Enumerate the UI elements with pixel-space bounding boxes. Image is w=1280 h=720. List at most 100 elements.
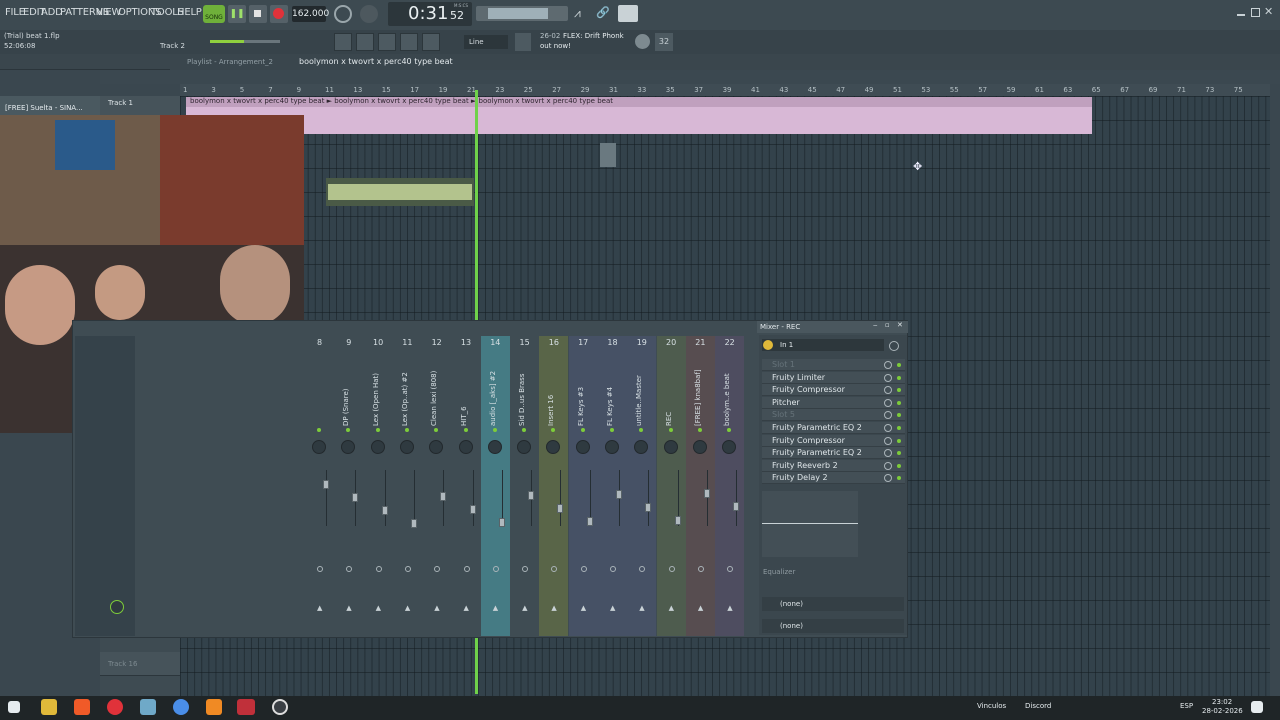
mixer-fx-led[interactable] — [463, 428, 468, 432]
mixer-close-icon[interactable]: ✕ — [897, 321, 903, 329]
mixer-route-dot[interactable] — [317, 566, 323, 572]
mixer-maximize-icon[interactable]: ▫ — [885, 321, 890, 329]
mixer-route-dot[interactable] — [668, 566, 675, 572]
clip-ghost[interactable] — [600, 143, 616, 167]
mixer-send-arrow-icon[interactable]: ▲ — [639, 604, 644, 612]
effect-mix-knob[interactable] — [884, 373, 892, 382]
windows-start-icon[interactable] — [8, 701, 20, 713]
effect-mix-knob[interactable] — [884, 461, 892, 470]
mixer-title-bar[interactable]: Mixer - REC ‒ ▫ ✕ — [757, 321, 908, 333]
fl-studio-icon[interactable] — [206, 699, 222, 715]
snap-selector[interactable]: Line — [464, 35, 508, 49]
chrome-icon[interactable] — [173, 699, 189, 715]
mixer-fx-led[interactable] — [375, 428, 380, 432]
minimize-icon[interactable] — [1237, 8, 1245, 16]
mixer-pan-knob[interactable] — [312, 440, 326, 454]
menu-help[interactable]: HELP — [177, 7, 202, 18]
mixer-volume-fader[interactable] — [528, 491, 535, 500]
mixer-route-dot[interactable] — [610, 566, 616, 572]
browser-icon[interactable] — [422, 33, 440, 51]
piano-icon[interactable] — [618, 5, 638, 22]
file-explorer-icon[interactable] — [41, 699, 57, 715]
mixer-volume-fader[interactable] — [498, 518, 505, 527]
mixer-pan-knob[interactable] — [692, 440, 707, 454]
mixer-pan-knob[interactable] — [458, 440, 473, 454]
pattern-picker[interactable]: [FREE] Suelta - SINA... — [0, 96, 100, 116]
playlist-scroll-area[interactable] — [100, 70, 1280, 84]
youtube-icon[interactable] — [107, 699, 123, 715]
mixer-volume-fader[interactable] — [703, 489, 710, 498]
tempo-display[interactable]: 162.000 — [292, 6, 329, 22]
effect-enable-led[interactable] — [897, 438, 901, 443]
mixer-volume-fader[interactable] — [733, 502, 740, 511]
mixer-send-arrow-icon[interactable]: ▲ — [669, 604, 674, 612]
pattern-selector[interactable] — [476, 6, 568, 21]
mixer-send-arrow-icon[interactable]: ▲ — [610, 604, 615, 612]
mixer-send-arrow-icon[interactable]: ▲ — [376, 604, 381, 612]
piano-roll-icon[interactable] — [356, 33, 374, 51]
taskbar-language[interactable]: ESP — [1180, 702, 1193, 710]
audio-clip-track-1[interactable]: boolymon x twovrt x perc40 type beat ► b… — [186, 97, 1092, 134]
taskbar-discord[interactable]: Discord — [1025, 702, 1051, 710]
news-cart-icon[interactable] — [515, 33, 531, 51]
effect-enable-led[interactable] — [897, 426, 901, 430]
send-selector-2[interactable]: (none) — [762, 619, 904, 633]
taskbar-vinculos[interactable]: Vinculos — [977, 702, 1006, 710]
mixer-send-arrow-icon[interactable]: ▲ — [405, 604, 410, 612]
notifications-icon[interactable] — [1251, 701, 1263, 713]
mixer-send-arrow-icon[interactable]: ▲ — [581, 604, 586, 612]
audio-clip-green[interactable] — [326, 178, 474, 206]
mixer-fx-led[interactable] — [492, 428, 497, 432]
mixer-volume-fader[interactable] — [674, 516, 681, 525]
maximize-icon[interactable] — [1251, 8, 1260, 17]
metronome-icon[interactable] — [334, 5, 352, 23]
song-mode-toggle[interactable]: SONG — [203, 5, 225, 23]
news-line2[interactable]: out now! — [540, 42, 571, 50]
mixer-route-dot[interactable] — [492, 566, 499, 572]
mixer-fx-led[interactable] — [668, 428, 673, 432]
mixer-send-arrow-icon[interactable]: ▲ — [317, 604, 322, 612]
effect-enable-led[interactable] — [897, 400, 901, 405]
stop-button[interactable] — [249, 5, 267, 23]
mixer-volume-fader[interactable] — [440, 492, 447, 501]
mixer-fx-led[interactable] — [580, 428, 585, 432]
mixer-pan-knob[interactable] — [370, 440, 385, 454]
mixer-fx-led[interactable] — [317, 428, 321, 432]
mixer-minimize-icon[interactable]: ‒ — [873, 321, 877, 329]
mixer-send-arrow-icon[interactable]: ▲ — [346, 604, 351, 612]
mixer-send-arrow-icon[interactable]: ▲ — [522, 604, 527, 612]
current-pattern-label[interactable]: boolymon x twovrt x perc40 type beat — [299, 57, 453, 66]
effect-mix-knob[interactable] — [884, 361, 892, 369]
track-header-16[interactable]: Track 16 — [100, 652, 180, 676]
mixer-icon[interactable] — [400, 33, 418, 51]
mixer-volume-fader[interactable] — [323, 480, 329, 489]
mixer-volume-fader[interactable] — [381, 506, 388, 515]
close-icon[interactable]: ✕ — [1264, 5, 1273, 18]
taskbar-date[interactable]: 28-02-2026 — [1202, 707, 1243, 715]
mixer-volume-fader[interactable] — [616, 490, 622, 499]
taskbar-time[interactable]: 23:02 — [1212, 698, 1232, 706]
mixer-route-dot[interactable] — [404, 566, 411, 572]
mixer-send-arrow-icon[interactable]: ▲ — [493, 604, 498, 612]
pause-button[interactable]: ❚❚ — [228, 5, 246, 23]
mixer-volume-fader[interactable] — [645, 503, 652, 512]
mixer-route-dot[interactable] — [375, 566, 382, 572]
eq-graph[interactable] — [762, 491, 858, 557]
input-selector[interactable]: In 1 — [762, 339, 884, 351]
mixer-master-strip[interactable] — [75, 336, 135, 636]
effect-enable-led[interactable] — [897, 363, 901, 367]
link-icon[interactable]: 🔗 — [596, 6, 614, 22]
obs-icon[interactable] — [272, 699, 288, 715]
menu-file[interactable]: FILE — [5, 7, 25, 18]
effect-enable-led[interactable] — [897, 463, 901, 468]
mixer-pan-knob[interactable] — [487, 440, 502, 454]
mixer-volume-fader[interactable] — [352, 493, 359, 502]
cpu-icon[interactable]: 32 — [655, 33, 673, 51]
master-knob[interactable] — [110, 600, 124, 614]
mixer-route-dot[interactable] — [697, 566, 704, 572]
mixer-fx-led[interactable] — [610, 428, 614, 432]
mixer-send-arrow-icon[interactable]: ▲ — [727, 604, 732, 612]
mixer-pan-knob[interactable] — [399, 440, 414, 454]
routing-icon[interactable] — [889, 341, 899, 351]
mixer-pan-knob[interactable] — [663, 440, 678, 454]
